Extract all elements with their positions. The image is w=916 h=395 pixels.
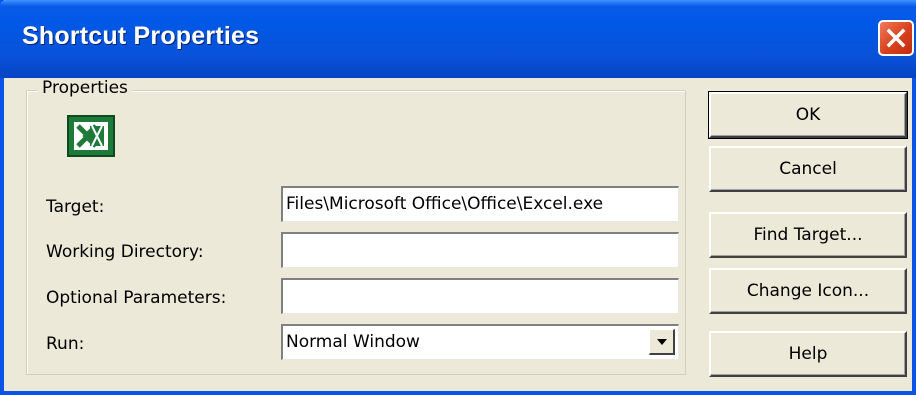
run-dropdown-button[interactable] bbox=[649, 329, 675, 355]
excel-icon bbox=[66, 114, 118, 158]
title-bar[interactable]: Shortcut Properties bbox=[0, 0, 916, 78]
dialog-title: Shortcut Properties bbox=[22, 22, 260, 50]
target-label: Target: bbox=[46, 197, 105, 217]
close-button[interactable] bbox=[878, 20, 914, 56]
chevron-down-icon bbox=[656, 338, 667, 345]
working-directory-label: Working Directory: bbox=[46, 242, 204, 262]
ok-button[interactable]: OK bbox=[708, 91, 908, 139]
run-select[interactable]: Normal Window bbox=[281, 324, 679, 360]
working-directory-field[interactable] bbox=[281, 232, 679, 268]
change-icon-button[interactable]: Change Icon... bbox=[709, 268, 907, 314]
properties-group-label: Properties bbox=[38, 78, 132, 98]
dialog-body: Properties Target: Files\Microsoft Offic… bbox=[4, 78, 912, 391]
help-button[interactable]: Help bbox=[709, 331, 907, 377]
cancel-button[interactable]: Cancel bbox=[709, 146, 907, 192]
find-target-button[interactable]: Find Target... bbox=[709, 212, 907, 258]
shortcut-properties-dialog: Shortcut Properties Properties Target: F… bbox=[0, 0, 916, 395]
optional-parameters-field[interactable] bbox=[281, 278, 679, 314]
run-label: Run: bbox=[46, 334, 85, 354]
target-field[interactable]: Files\Microsoft Office\Office\Excel.exe bbox=[281, 186, 679, 222]
close-icon bbox=[886, 28, 906, 48]
optional-parameters-label: Optional Parameters: bbox=[46, 288, 227, 308]
run-select-value: Normal Window bbox=[286, 332, 420, 352]
